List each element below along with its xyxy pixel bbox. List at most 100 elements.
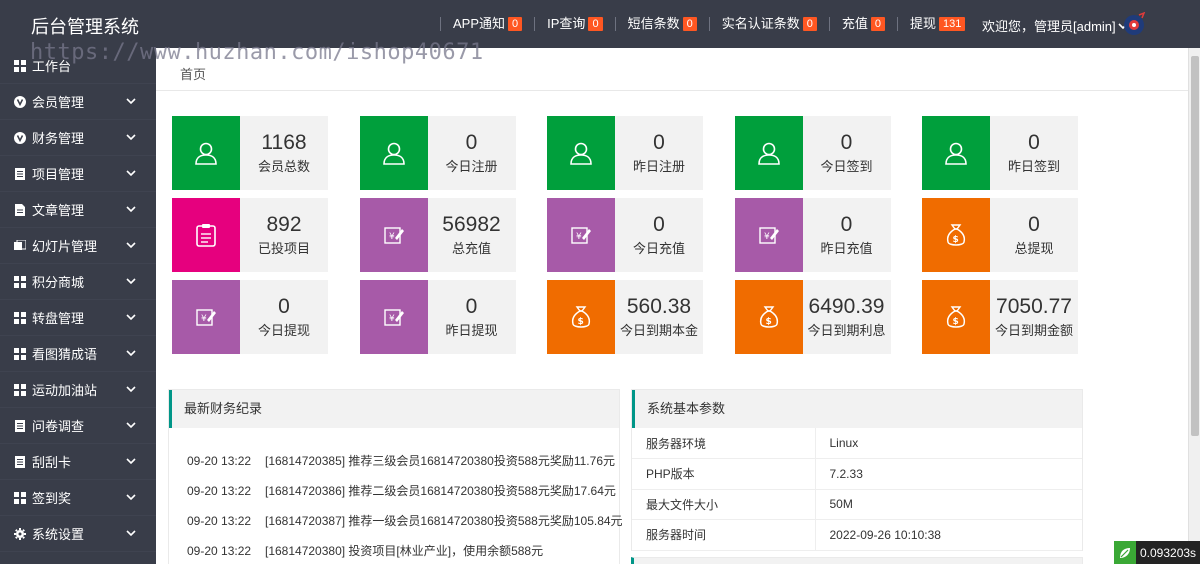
stat-label: 昨日签到 <box>1007 159 1060 174</box>
stat-card: 0 今日注册 <box>359 116 516 190</box>
scrollbar-thumb[interactable] <box>1191 56 1199 436</box>
sidebar: 工作台 会员管理 财务管理项目管理文章管理 幻灯片管理 积分商城转盘管理看图猜成语运动加… <box>0 48 156 564</box>
count-badge: 0 <box>682 17 697 31</box>
sidebar-item[interactable]: 看图猜成语 <box>0 336 156 372</box>
money-bag-icon: $ <box>922 198 990 272</box>
avatar[interactable] <box>1122 12 1146 36</box>
leaf-logo-icon <box>1114 541 1136 564</box>
stat-value: 0 <box>1028 131 1040 154</box>
header-nav-label: APP通知 <box>453 16 506 31</box>
user-icon <box>922 116 990 190</box>
user-icon <box>547 116 615 190</box>
grid-icon <box>14 383 26 396</box>
sidebar-item[interactable]: 幻灯片管理 <box>0 228 156 264</box>
sidebar-item[interactable]: 项目管理 <box>0 156 156 192</box>
grid-icon <box>14 311 26 324</box>
stat-value: 0 <box>465 131 478 154</box>
sidebar-item[interactable]: 问卷调查 <box>0 408 156 444</box>
sidebar-item-label: 项目管理 <box>32 167 85 182</box>
header-nav-item[interactable]: 短信条数 0 <box>614 16 709 31</box>
param-value: Linux <box>815 428 1082 459</box>
chevron-down-icon <box>126 134 136 141</box>
sidebar-item[interactable]: 刮刮卡 <box>0 444 156 480</box>
chevron-down-icon <box>126 98 136 105</box>
v-circle-icon <box>14 95 26 108</box>
record-time: 09-20 13:22 <box>187 454 252 468</box>
count-badge: 0 <box>508 17 523 31</box>
header-nav-label: 短信条数 <box>627 16 680 31</box>
stat-label: 今日到期金额 <box>994 323 1073 338</box>
sidebar-item[interactable]: 文章管理 <box>0 192 156 228</box>
sidebar-item[interactable]: 会员管理 <box>0 84 156 120</box>
record-time: 09-20 13:22 <box>187 484 252 498</box>
stat-label: 今日到期利息 <box>807 323 886 338</box>
stat-card: 0 昨日签到 <box>922 116 1078 190</box>
sidebar-item[interactable]: 系统设置 <box>0 516 156 552</box>
header-nav: APP通知 0 IP查询 0 短信条数 0 实名认证条数 0 充值 0 提现 131 <box>440 0 977 48</box>
breadcrumb[interactable]: 首页 <box>180 64 206 83</box>
svg-text:¥: ¥ <box>389 232 395 242</box>
param-key: 最大文件大小 <box>632 489 816 520</box>
chevron-down-icon <box>126 170 136 177</box>
stat-card: $6490.39 今日到期利息 <box>734 280 891 354</box>
sidebar-item-label: 看图猜成语 <box>32 347 98 362</box>
sidebar-item[interactable]: 运动加油站 <box>0 372 156 408</box>
stat-card: ¥0 今日提现 <box>172 280 328 354</box>
stat-label: 今日签到 <box>820 159 873 174</box>
stat-label: 昨日注册 <box>632 159 685 174</box>
sidebar-item-label: 签到奖 <box>32 491 72 506</box>
stat-value: 0 <box>278 295 290 318</box>
header-nav-item[interactable]: 充值 0 <box>828 17 897 31</box>
param-key: 服务器时间 <box>632 519 816 551</box>
table-row: PHP版本 7.2.33 <box>632 458 1082 490</box>
sidebar-item[interactable]: 财务管理 <box>0 120 156 156</box>
header-nav-item[interactable]: 实名认证条数 0 <box>708 17 829 31</box>
list-icon <box>14 419 26 432</box>
stat-card: 1168 会员总数 <box>172 116 328 190</box>
svg-text:$: $ <box>765 317 771 327</box>
svg-text:¥: ¥ <box>576 232 582 242</box>
stat-label: 今日注册 <box>445 159 498 174</box>
header-nav-item[interactable]: IP查询 0 <box>534 17 614 31</box>
document-icon <box>14 203 26 216</box>
sidebar-item[interactable]: 转盘管理 <box>0 300 156 336</box>
table-row: 服务器时间 2022-09-26 10:10:38 <box>632 519 1082 551</box>
page-scrollbar[interactable] <box>1188 48 1200 564</box>
svg-text:¥: ¥ <box>389 314 395 324</box>
list-icon <box>14 455 26 468</box>
stat-card: 0 昨日注册 <box>547 116 703 190</box>
sidebar-item[interactable]: 签到奖 <box>0 480 156 516</box>
stat-card: ¥56982 总充值 <box>359 198 516 272</box>
stat-value: 892 <box>266 213 302 236</box>
stat-label: 已投项目 <box>257 241 310 256</box>
yen-edit-icon: ¥ <box>547 198 615 272</box>
stat-card: 0 今日签到 <box>734 116 891 190</box>
stat-value: 560.38 <box>626 295 692 318</box>
finance-panel: 最新财务纪录 09-20 13:22 [16814720385] 推荐三级会员16… <box>168 389 623 564</box>
stat-value: 0 <box>653 131 665 154</box>
chevron-down-icon <box>126 458 136 465</box>
header-nav-item[interactable]: APP通知 0 <box>440 17 534 31</box>
stat-card: $7050.77 今日到期金额 <box>922 280 1078 354</box>
param-value: 7.2.33 <box>815 458 1082 490</box>
stat-card: 892 已投项目 <box>172 198 328 272</box>
chevron-down-icon <box>126 494 136 501</box>
stat-value: 0 <box>465 295 478 318</box>
header-nav-item[interactable]: 提现 131 <box>896 17 977 31</box>
chevron-down-icon <box>126 314 136 321</box>
svg-text:¥: ¥ <box>764 232 770 242</box>
sidebar-item[interactable]: 积分商城 <box>0 264 156 300</box>
user-menu[interactable]: 欢迎您，管理员[admin] <box>982 16 1128 35</box>
welcome-text: 欢迎您，管理员[admin] <box>982 19 1116 34</box>
chevron-down-icon <box>126 278 136 285</box>
gear-icon <box>14 527 26 540</box>
table-row: 服务器环境 Linux <box>632 428 1082 459</box>
sidebar-item-label: 转盘管理 <box>32 311 85 326</box>
chevron-down-icon <box>126 530 136 537</box>
record-text: [16814720385] 推荐三级会员16814720380投资588元奖励1… <box>265 454 615 468</box>
timer-value: 0.093203s <box>1140 545 1197 560</box>
list-icon <box>14 167 26 180</box>
count-badge: 0 <box>870 17 885 31</box>
sidebar-item[interactable]: 工作台 <box>0 48 156 84</box>
yen-edit-icon: ¥ <box>172 280 240 354</box>
